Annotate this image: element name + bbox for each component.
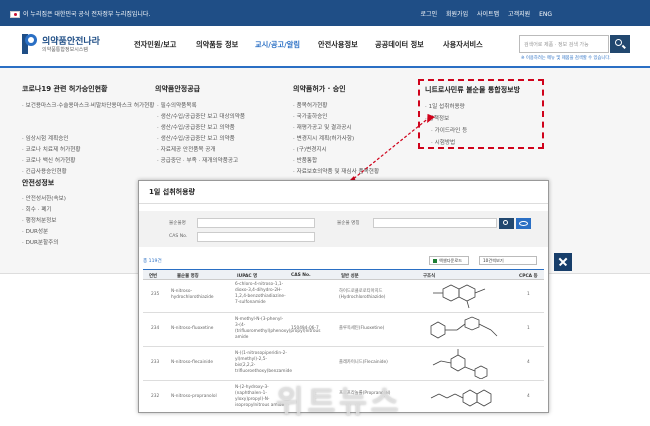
structure-image [430, 389, 492, 407]
highlight-box [418, 79, 544, 149]
signup-link[interactable]: 회원가입 [446, 11, 468, 18]
watermark: 위트뉴스 [276, 385, 403, 420]
utility-links: 로그인 회원가입 사이트맵 고객지원 ENG [414, 9, 552, 18]
filter-label-cas: CAS No. [169, 234, 188, 239]
menu-item[interactable]: 반품통합 [293, 156, 318, 164]
impurity-input[interactable] [197, 218, 315, 228]
menu-col-covid-title: 코로나19 관련 허가승인현황 [22, 85, 108, 93]
menu-item[interactable]: 품목허가현황 [293, 101, 328, 109]
filter-view-button[interactable] [516, 218, 531, 229]
login-link[interactable]: 로그인 [421, 11, 438, 18]
nav-item-open-data[interactable]: 공공데이터 정보 [375, 40, 424, 50]
menu-item[interactable]: 재평가공고 및 결과공시 [293, 123, 352, 131]
table-row[interactable]: 233 N-nitroso-flecainide N-((1-nitrosopi… [143, 347, 544, 381]
menu-item[interactable]: 임상시험 계획승인 [22, 134, 69, 142]
col-structure: 구조식 [423, 274, 436, 279]
support-link[interactable]: 고객지원 [508, 11, 530, 18]
menu-item[interactable]: DUR성분 [22, 227, 49, 235]
logo-mark-icon [22, 34, 37, 54]
menu-col-supply-title: 의약품안정공급 [155, 85, 201, 93]
menu-col-approval-title: 의약품허가 · 승인 [293, 85, 346, 93]
menu-item[interactable]: 안전성서한(속보) [22, 194, 66, 202]
result-count: 총 119건 [143, 259, 162, 264]
nav-item-safety[interactable]: 안전사용정보 [318, 40, 358, 50]
filter-search-button[interactable] [499, 218, 514, 229]
english-link[interactable]: ENG [539, 11, 552, 18]
col-name: 불순물 명칭 [177, 274, 199, 279]
search-button[interactable] [610, 35, 630, 53]
menu-item[interactable]: 변경지시 계획(허가사항) [293, 134, 355, 142]
logo-subtitle: 의약품통합정보시스템 [42, 47, 89, 53]
table-row[interactable]: 235 N-nitroso-hydrochlorothiazide 6-chlo… [143, 280, 544, 313]
nav-item-notices[interactable]: 교시/공고/알림 [255, 40, 300, 50]
menu-item[interactable]: 회수 · 폐기 [22, 205, 52, 213]
search-input[interactable]: 검색어로 제품 · 정보 검색 가능 [519, 35, 609, 53]
filter-label-name: 불순물 명칭 [337, 221, 360, 226]
filter-label-impurity: 불순물명 [169, 221, 186, 226]
menu-item[interactable]: (구)변경지시 [293, 145, 327, 153]
eye-icon [519, 221, 528, 226]
site-header: 의약품안전나라 의약품통합정보시스템 전자민원/보고 의약품등 정보 교시/공고… [0, 26, 650, 66]
page-size-select[interactable]: 10건씩보기 [479, 256, 537, 265]
col-iupac: IUPAC 명 [237, 274, 258, 279]
nav-item-drug-info[interactable]: 의약품등 정보 [196, 40, 238, 50]
menu-item[interactable]: 자료보호의약품 및 재심사 품목현황 [293, 167, 380, 175]
search-icon [503, 220, 508, 225]
menu-item[interactable]: 생산/수입/공급중단 보고 대상의약품 [157, 112, 246, 120]
search-hint: ※ 이용하려는 메뉴 및 제품을 검색할 수 있습니다. [521, 56, 611, 61]
col-no: 연번 [149, 274, 158, 279]
impurity-name-input[interactable] [373, 218, 497, 228]
sitemap-link[interactable]: 사이트맵 [477, 11, 499, 18]
close-button[interactable] [554, 253, 572, 271]
menu-col-safety-title: 안전성정보 [22, 179, 55, 187]
search-icon [615, 39, 622, 46]
table-header: 연번 불순물 명칭 IUPAC 명 CAS No. 일반 성분 구조식 CPCA… [143, 269, 544, 280]
menu-item[interactable]: DUR분할주의 [22, 238, 59, 246]
cas-input[interactable] [197, 232, 315, 242]
nav-item-user-service[interactable]: 사용자서비스 [443, 40, 483, 50]
popup-title: 1일 섭취허용량 [149, 188, 195, 196]
structure-image [432, 349, 488, 379]
gov-notice: 이 누리집은 대한민국 공식 전자정부 누리집입니다. [10, 9, 150, 18]
structure-image [430, 316, 498, 339]
menu-item[interactable]: 필수의약품목록 [157, 101, 197, 109]
search-filter: 불순물명 불순물 명칭 CAS No. [139, 211, 548, 247]
menu-item[interactable]: 긴급사용승인현황 [22, 167, 67, 175]
menu-item[interactable]: 생산/수입/공급중단 보고 의약품 [157, 134, 235, 142]
gov-topbar: 이 누리집은 대한민국 공식 전자정부 누리집입니다. 로그인 회원가입 사이트… [0, 0, 650, 26]
menu-item[interactable]: 코로나 치료제 허가현황 [22, 145, 81, 153]
menu-item[interactable]: 보건용마스크·수술용마스크·비말차단용마스크 허가현황 [22, 101, 155, 109]
col-cas: CAS No. [291, 273, 311, 278]
structure-image [433, 284, 486, 309]
col-cpca: CPCA 등 [519, 274, 538, 279]
nav-item-civil[interactable]: 전자민원/보고 [134, 40, 176, 50]
excel-download-button[interactable]: 엑셀다운로드 [429, 256, 469, 265]
menu-item[interactable]: 행정처분정보 [22, 216, 57, 224]
site-logo[interactable]: 의약품안전나라 의약품통합정보시스템 [22, 32, 112, 58]
menu-item[interactable]: 생산/수입/공급중단 보고 의약품 [157, 123, 235, 131]
menu-item[interactable]: 국가출하승인 [293, 112, 328, 120]
menu-item[interactable]: 자료제공 안전품목 공개 [157, 145, 216, 153]
col-ingredient: 일반 성분 [341, 274, 359, 279]
menu-item[interactable]: 공급중단 · 부족 · 재개의약품공고 [157, 156, 239, 164]
table-row[interactable]: 234 N-nitroso-fluoxetine N-methyl-N-(3-p… [143, 313, 544, 347]
menu-item[interactable]: 코로나 백신 허가현황 [22, 156, 76, 164]
korea-flag-icon [10, 11, 20, 18]
